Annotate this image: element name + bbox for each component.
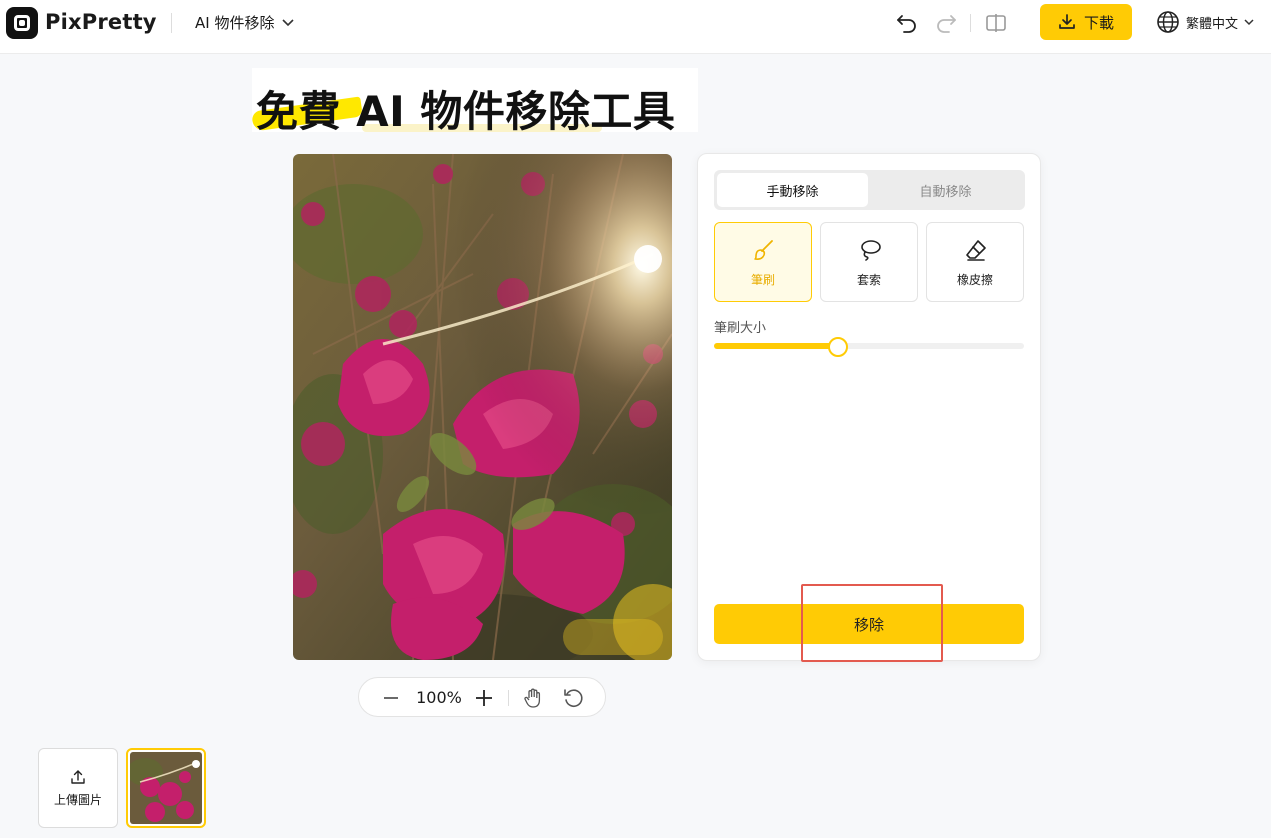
annotation-highlight-box <box>801 584 943 662</box>
redo-button[interactable] <box>933 10 959 36</box>
eraser-tool-label: 橡皮擦 <box>956 273 993 287</box>
chevron-down-icon <box>1244 18 1254 25</box>
tool-menu-label: AI 物件移除 <box>195 14 275 32</box>
pan-button[interactable] <box>521 686 545 710</box>
zoom-toolbar: 100% <box>358 677 606 717</box>
hand-icon <box>524 688 541 708</box>
compare-button[interactable] <box>983 10 1009 36</box>
page-title: 免費 AI 物件移除工具 <box>256 87 676 136</box>
plus-icon <box>476 690 492 706</box>
download-button[interactable]: 下載 <box>1040 4 1132 40</box>
eraser-icon <box>966 240 986 261</box>
reset-button[interactable] <box>561 686 585 710</box>
eraser-tool-button[interactable]: 橡皮擦 <box>926 222 1024 302</box>
language-label: 繁體中文 <box>1186 16 1239 32</box>
compare-icon <box>986 14 1006 32</box>
undo-button[interactable] <box>894 10 920 36</box>
undo-icon <box>897 15 916 33</box>
brush-icon <box>754 240 773 260</box>
lasso-icon <box>861 240 881 261</box>
brush-size-slider-fill <box>714 343 838 349</box>
tab-manual-remove[interactable]: 手動移除 <box>717 173 868 207</box>
page-title-banner: 免費 AI 物件移除工具 <box>251 68 698 136</box>
image-thumbnail[interactable] <box>126 748 206 828</box>
tool-menu-dropdown[interactable]: AI 物件移除 <box>195 12 295 33</box>
lasso-tool-button[interactable]: 套索 <box>820 222 918 302</box>
redo-icon <box>937 15 956 33</box>
tab-auto-remove[interactable]: 自動移除 <box>870 173 1021 207</box>
brush-size-label: 筆刷大小 <box>714 321 767 336</box>
upload-image-button[interactable]: 上傳圖片 <box>38 748 118 828</box>
chevron-down-icon <box>282 19 295 27</box>
download-label: 下載 <box>1083 13 1114 32</box>
zoom-out-button[interactable] <box>379 686 403 710</box>
download-icon <box>1059 14 1075 29</box>
zoom-percent: 100% <box>416 688 462 707</box>
image-canvas[interactable] <box>293 154 672 660</box>
globe-icon <box>1157 11 1179 33</box>
pixpretty-logo-icon[interactable] <box>6 7 38 39</box>
brush-tool-label: 筆刷 <box>750 273 775 287</box>
language-selector[interactable]: 繁體中文 <box>1156 10 1254 34</box>
zoom-separator <box>508 690 509 706</box>
brush-tool-button[interactable]: 筆刷 <box>714 222 812 302</box>
thumbnail-photo <box>130 752 202 824</box>
flower-photo <box>293 154 672 660</box>
header-divider <box>171 13 172 33</box>
minus-icon <box>384 697 398 699</box>
removal-mode-tabs: 手動移除 自動移除 <box>714 170 1025 210</box>
top-header: PixPretty AI 物件移除 下載 繁體中文 <box>0 0 1271 54</box>
lasso-tool-label: 套索 <box>856 273 881 287</box>
upload-icon <box>71 770 85 784</box>
reset-icon <box>564 689 583 707</box>
upload-image-label: 上傳圖片 <box>53 793 102 807</box>
brush-size-slider-thumb[interactable] <box>828 337 848 357</box>
header-separator <box>970 14 971 32</box>
brand-name[interactable]: PixPretty <box>45 10 157 34</box>
zoom-in-button[interactable] <box>472 686 496 710</box>
